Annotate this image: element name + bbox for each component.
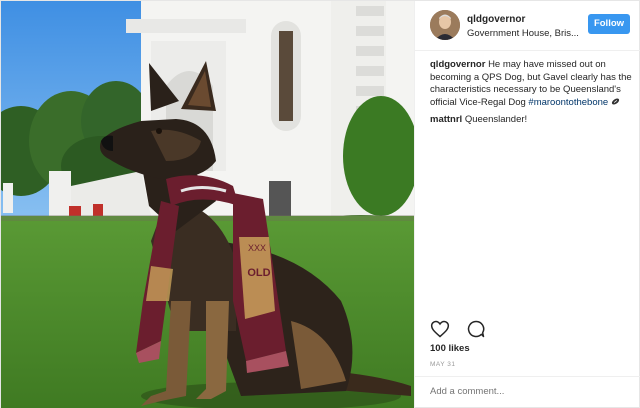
football-icon xyxy=(611,97,620,111)
location-link[interactable]: Government House, Bris... xyxy=(467,28,579,39)
post-sidebar: qldgovernor Government House, Bris... Fo… xyxy=(414,1,640,408)
add-comment-input[interactable] xyxy=(430,386,630,397)
comment-bubble-icon[interactable] xyxy=(466,319,486,339)
caption-username[interactable]: qldgovernor xyxy=(430,59,485,70)
follow-button[interactable]: Follow xyxy=(588,14,630,34)
avatar-image xyxy=(430,10,460,40)
comments-section: qldgovernor He may have missed out on be… xyxy=(430,59,635,131)
caption-hashtag[interactable]: #maroontothebone xyxy=(528,97,608,108)
dog-photo-illustration: XXX OLD xyxy=(1,1,414,408)
post-date[interactable]: MAY 31 xyxy=(430,361,456,368)
heart-icon[interactable] xyxy=(430,319,450,339)
comment-text: Queenslander! xyxy=(464,114,528,125)
instagram-post: XXX OLD qldgovernor Government House, Br… xyxy=(0,0,640,408)
svg-text:XXX: XXX xyxy=(248,243,266,253)
post-actions xyxy=(430,319,498,339)
username[interactable]: qldgovernor xyxy=(467,14,525,25)
caption: qldgovernor He may have missed out on be… xyxy=(430,59,635,110)
post-photo[interactable]: XXX OLD xyxy=(1,1,414,408)
comment-item: mattnrl Queenslander! xyxy=(430,114,635,127)
likes-count[interactable]: 100 likes xyxy=(430,343,470,354)
add-comment-bar xyxy=(415,376,640,408)
avatar[interactable] xyxy=(430,10,460,40)
comment-username[interactable]: mattnrl xyxy=(430,114,462,125)
svg-text:OLD: OLD xyxy=(247,267,270,279)
post-header: qldgovernor Government House, Bris... Fo… xyxy=(415,1,640,51)
